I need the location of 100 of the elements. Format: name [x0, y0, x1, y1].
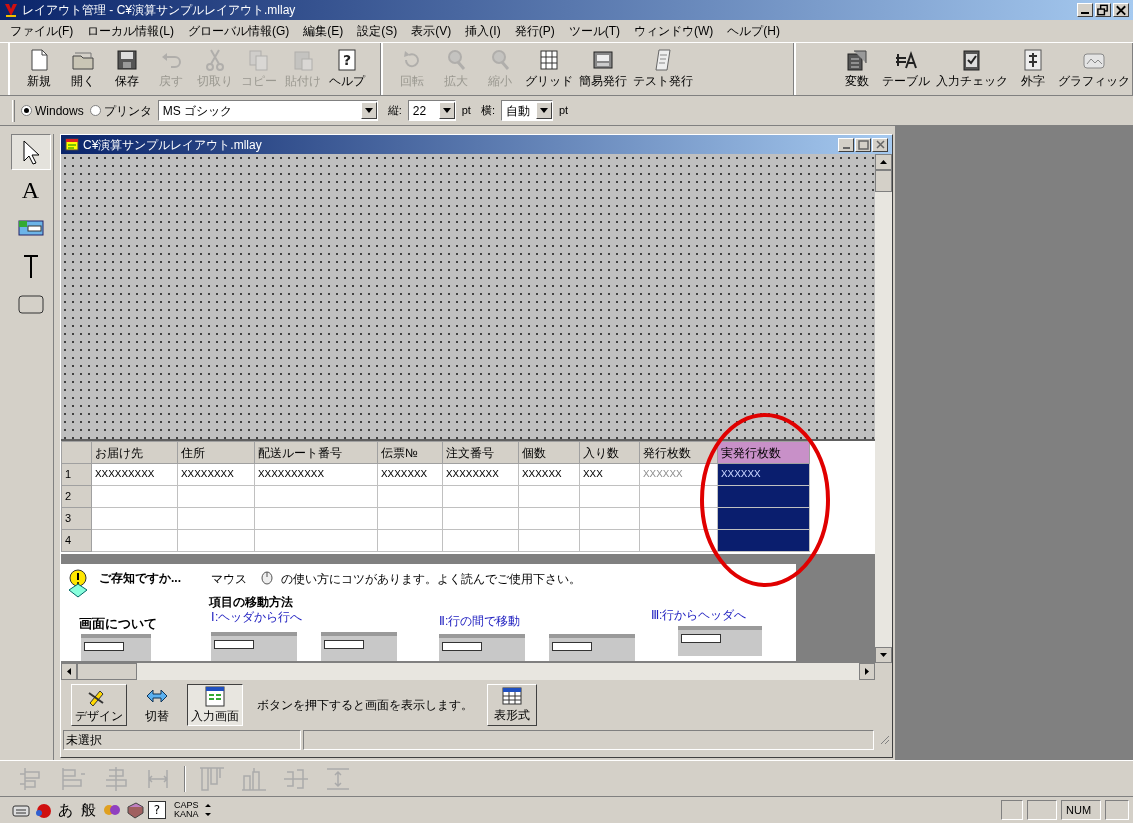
table-grid-icon — [501, 686, 523, 706]
table-format-button[interactable]: 表形式 — [487, 684, 537, 726]
dictionary-mode-button[interactable]: 般 — [79, 798, 98, 822]
help-button[interactable]: ? — [148, 801, 166, 819]
maximize-button[interactable] — [855, 137, 871, 152]
close-button[interactable] — [872, 137, 888, 152]
column-header[interactable]: 入り数 — [579, 441, 640, 464]
form-window-icon — [203, 685, 227, 707]
minimize-button[interactable] — [838, 137, 854, 152]
vertical-scrollbar[interactable] — [875, 154, 892, 663]
hint-heading: 項目の移動方法 — [209, 594, 293, 611]
horizontal-scrollbar[interactable] — [61, 663, 875, 680]
menu-item[interactable]: 発行(P) — [508, 22, 561, 40]
table-cell: XXXXXX — [639, 463, 718, 486]
menu-item[interactable]: 編集(E) — [297, 22, 350, 40]
table-cell: XXXXXXXXX — [91, 463, 178, 486]
column-header[interactable]: お届け先 — [91, 441, 178, 464]
restore-icon — [1096, 3, 1110, 17]
tool-button[interactable]: A — [10, 172, 51, 208]
column-header[interactable]: 実発行枚数 — [717, 441, 810, 464]
printer-icon — [591, 48, 616, 72]
width-dropdown[interactable]: 自動 — [501, 100, 553, 121]
scissors-icon — [203, 48, 227, 72]
toolbar-button[interactable]: 変数 — [836, 45, 878, 93]
empty-cell — [579, 507, 640, 530]
hint-text: の使い方にコツがあります。よく読んでご使用下さい。 — [281, 571, 581, 588]
hint-step: Ⅱ:行の間で移動 — [439, 612, 521, 630]
row-header: 4 — [61, 529, 92, 552]
status-text: 未選択 — [63, 730, 301, 750]
caps-indicator: CAPS — [174, 801, 199, 810]
column-header[interactable]: 伝票№ — [377, 441, 443, 464]
radio-option[interactable]: Windows — [21, 101, 84, 120]
toolbar-button[interactable]: テスト発行 — [631, 45, 696, 93]
height-dropdown[interactable]: 22 — [407, 100, 456, 121]
toolbar-button[interactable]: 新規 — [18, 45, 60, 93]
toolbar-button[interactable]: グラフィック — [1056, 45, 1132, 93]
toolbar-button[interactable]: 開く — [62, 45, 104, 93]
kana-indicator: KANA — [174, 810, 199, 819]
app-logo-icon — [4, 3, 18, 17]
toolbar-button[interactable]: 入力チェック — [934, 45, 1010, 93]
menu-item[interactable]: ローカル情報(L) — [81, 22, 180, 40]
minimize-button[interactable] — [1077, 3, 1093, 17]
toolbar-button[interactable]: 外字 — [1012, 45, 1054, 93]
layout-canvas[interactable] — [61, 154, 875, 441]
column-header[interactable]: 個数 — [518, 441, 580, 464]
empty-cell — [579, 529, 640, 552]
menu-item[interactable]: ファイル(F) — [4, 22, 80, 40]
status-pane — [1001, 800, 1023, 820]
book-icon — [126, 801, 144, 819]
table-cell: XXX — [579, 463, 640, 486]
column-header[interactable]: 発行枚数 — [639, 441, 718, 464]
variable-icon — [845, 48, 869, 72]
menu-item[interactable]: ヘルプ(H) — [721, 22, 786, 40]
mode-button[interactable]: デザイン — [71, 684, 127, 726]
row-header: 2 — [61, 485, 92, 508]
empty-cell — [377, 485, 443, 508]
input-mode-button[interactable]: あ — [56, 798, 75, 822]
table-cell: XXXXXXX — [377, 463, 443, 486]
unit-label: pt — [461, 103, 471, 119]
tool-button[interactable] — [10, 134, 51, 170]
toolbar-button[interactable]: グリッド — [523, 45, 576, 93]
mode-button[interactable]: 切替 — [133, 684, 181, 726]
clipboard-icon — [291, 48, 315, 72]
empty-cell — [518, 529, 580, 552]
menu-item[interactable]: グローバル情報(G) — [182, 22, 296, 40]
keyboard-icon — [12, 803, 30, 817]
button-hint-text: ボタンを押下すると画面を表示します。 — [257, 697, 473, 714]
column-header[interactable]: 住所 — [177, 441, 255, 464]
status-pane — [1105, 800, 1129, 820]
menu-item[interactable]: ウィンドウ(W) — [628, 22, 720, 40]
row-header: 1 — [61, 463, 92, 486]
mode-button[interactable]: 入力画面 — [187, 684, 243, 726]
empty-cell — [518, 507, 580, 530]
menu-item[interactable]: ツール(T) — [562, 22, 626, 40]
radio-option[interactable]: プリンタ — [89, 101, 152, 120]
empty-cell — [377, 507, 443, 530]
status-pane — [1027, 800, 1057, 820]
menu-item[interactable]: 設定(S) — [351, 22, 404, 40]
toolbar-button[interactable]: 保存 — [106, 45, 148, 93]
close-button[interactable] — [1113, 3, 1129, 17]
table-cell: XXXXXXXX — [442, 463, 519, 486]
menu-item[interactable]: 表示(V) — [405, 22, 458, 40]
menu-item[interactable]: 挿入(I) — [459, 22, 507, 40]
unit-label: pt — [559, 103, 569, 119]
dropdown-arrow-icon — [540, 108, 548, 113]
toolbar-button[interactable]: 簡易発行 — [577, 45, 630, 93]
hint-title: ご存知ですか... — [99, 570, 181, 587]
hint-step: Ⅰ:ヘッダから行へ — [211, 608, 303, 626]
row-header: 3 — [61, 507, 92, 530]
maximize-icon — [856, 138, 870, 151]
column-header[interactable]: 注文番号 — [442, 441, 519, 464]
copy-pages-icon — [247, 48, 271, 72]
column-header[interactable]: 配送ルート番号 — [254, 441, 378, 464]
restore-button[interactable] — [1095, 3, 1111, 17]
toolbar-button[interactable]: テーブル — [880, 45, 932, 93]
table-cell: XXXXXX — [518, 463, 580, 486]
toolbar-button[interactable]: ? ヘルプ — [326, 45, 368, 93]
font-dropdown[interactable]: MS ゴシック — [157, 100, 378, 121]
dropdown-arrow-icon — [364, 108, 373, 113]
minimize-icon — [842, 146, 850, 149]
